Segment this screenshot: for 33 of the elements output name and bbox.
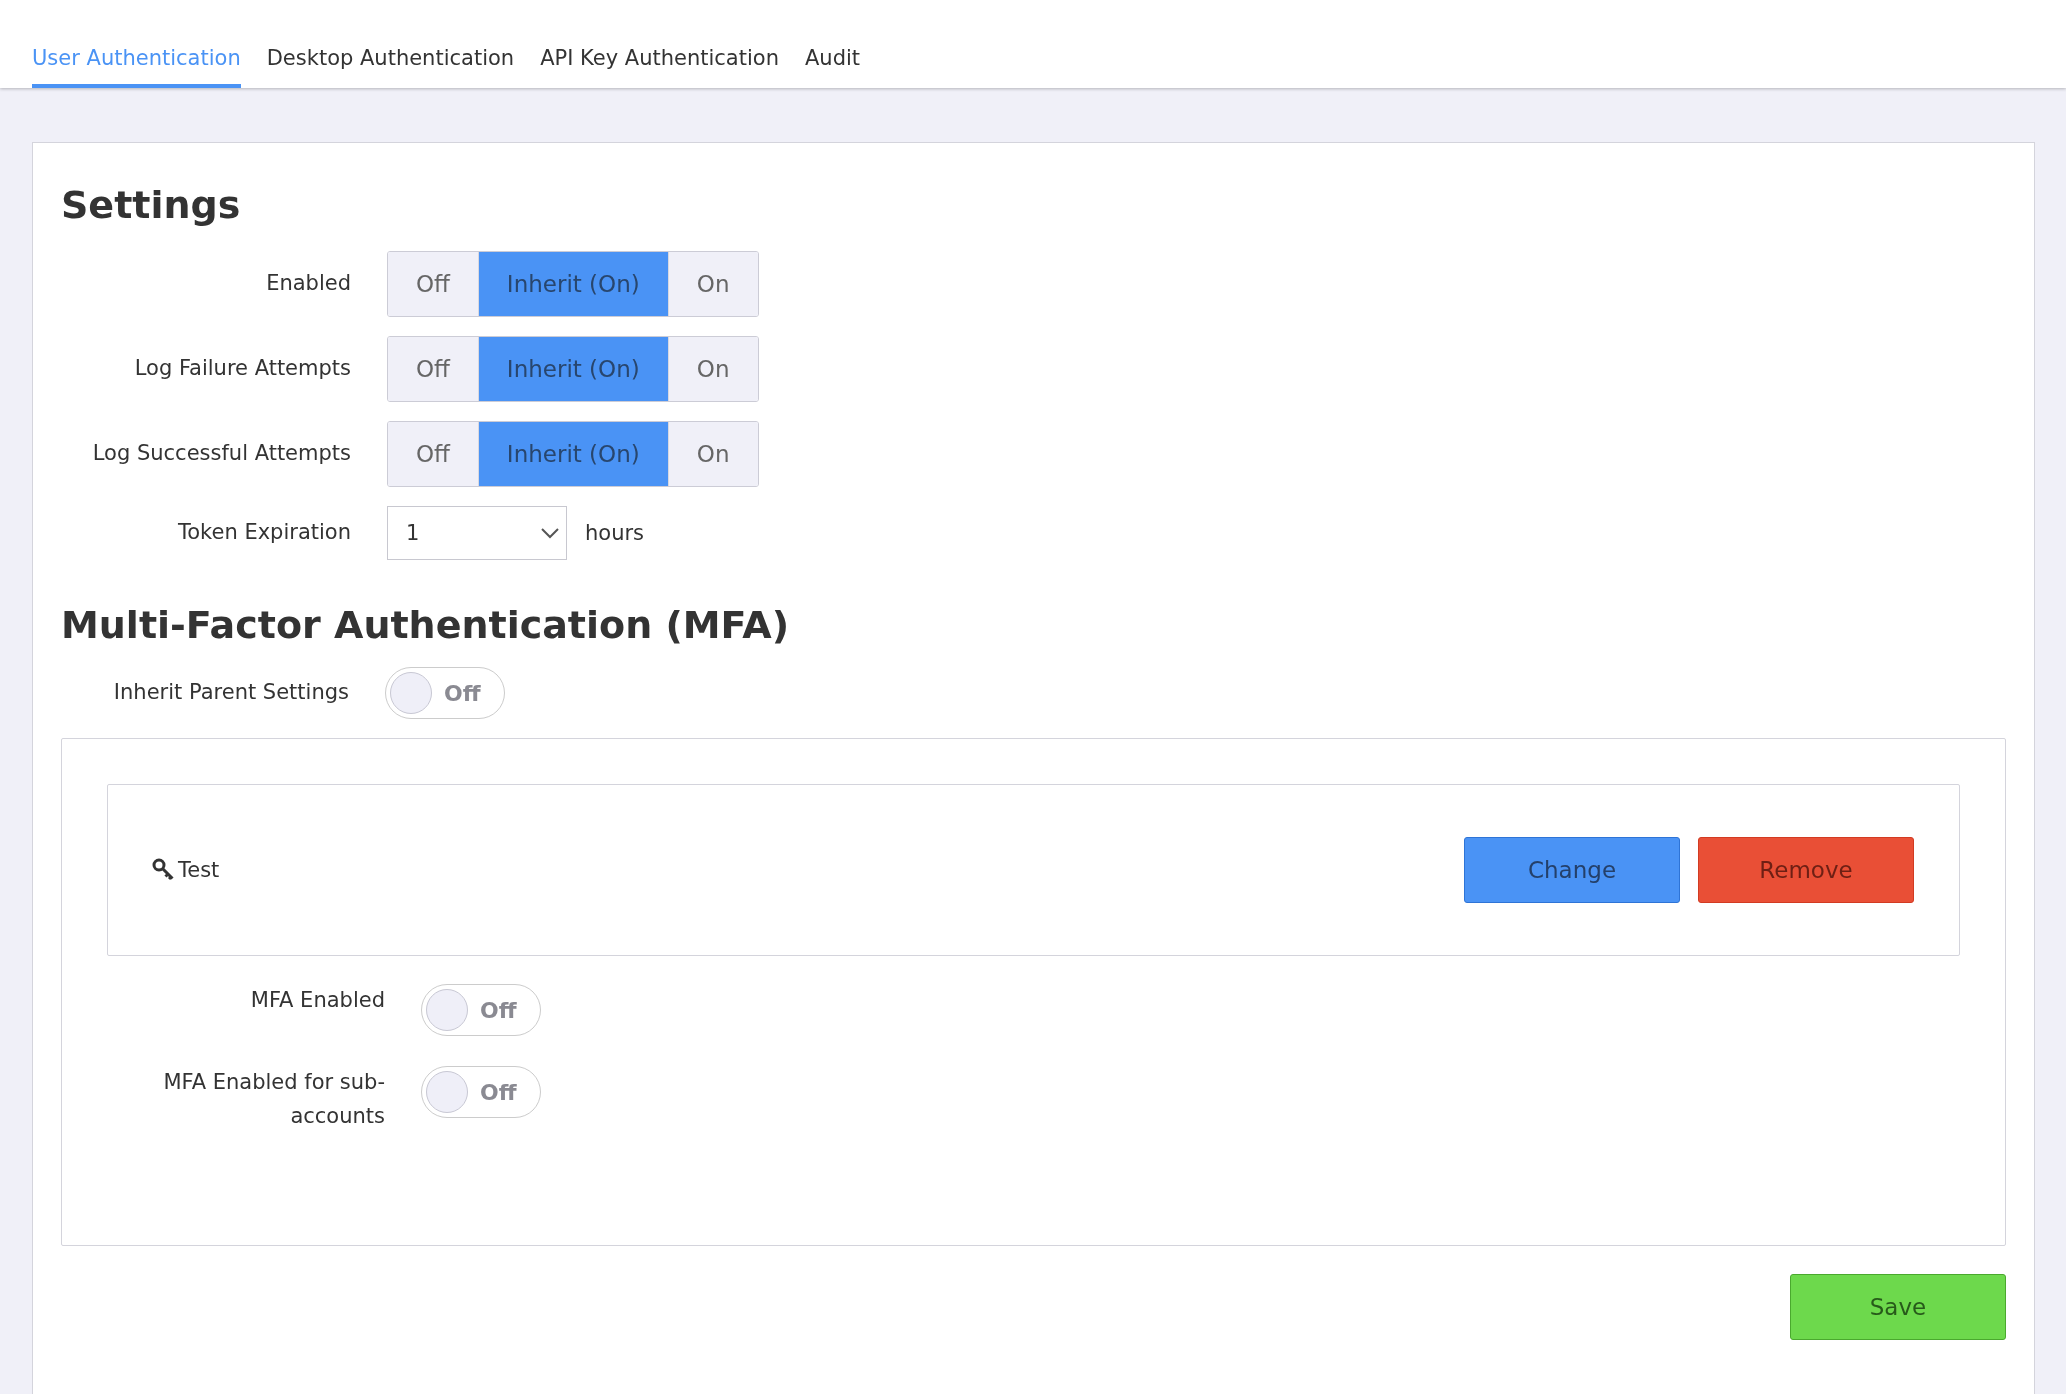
tab[interactable]: Desktop Authentication xyxy=(266,46,515,88)
segment-option[interactable]: On xyxy=(667,252,758,316)
key-name: Test xyxy=(152,858,220,882)
action-button[interactable]: Remove xyxy=(1698,837,1914,903)
toggle-switch[interactable]: Off xyxy=(385,667,505,719)
action-button[interactable]: Change xyxy=(1464,837,1680,903)
segment-option[interactable]: Inherit (On) xyxy=(477,252,668,316)
segment-option[interactable]: On xyxy=(667,422,758,486)
field-label: Token Expiration xyxy=(177,519,351,547)
key-icon xyxy=(152,858,176,882)
segment-option[interactable]: Off xyxy=(388,422,478,486)
unit-label: hours xyxy=(585,521,645,545)
field-label: MFA Enabled xyxy=(249,987,385,1014)
section-heading: Multi-Factor Authentication (MFA) xyxy=(61,603,789,647)
tab[interactable]: Audit xyxy=(804,46,861,88)
field-label: Enabled xyxy=(265,270,351,298)
segment-option[interactable]: Off xyxy=(388,337,478,401)
toggle-switch[interactable]: Off xyxy=(421,984,541,1036)
segment-option[interactable]: Off xyxy=(388,252,478,316)
tab[interactable]: User Authentication xyxy=(32,46,241,88)
toggle-switch[interactable]: Off xyxy=(421,1066,541,1118)
field-label: Log Failure Attempts xyxy=(133,355,351,383)
segment-option[interactable]: Inherit (On) xyxy=(477,337,668,401)
field-label: Log Successful Attempts xyxy=(91,440,351,468)
section-heading: Settings xyxy=(61,183,241,227)
save-button[interactable]: Save xyxy=(1790,1274,2006,1340)
field-label: MFA Enabled for sub-accounts xyxy=(162,1069,385,1130)
hours-select[interactable]: 1 xyxy=(387,506,567,560)
segment-option[interactable]: On xyxy=(667,337,758,401)
segment-option[interactable]: Inherit (On) xyxy=(477,422,668,486)
chevron-down-icon xyxy=(540,527,560,539)
tab[interactable]: API Key Authentication xyxy=(540,46,779,88)
field-label: Inherit Parent Settings xyxy=(112,679,349,707)
